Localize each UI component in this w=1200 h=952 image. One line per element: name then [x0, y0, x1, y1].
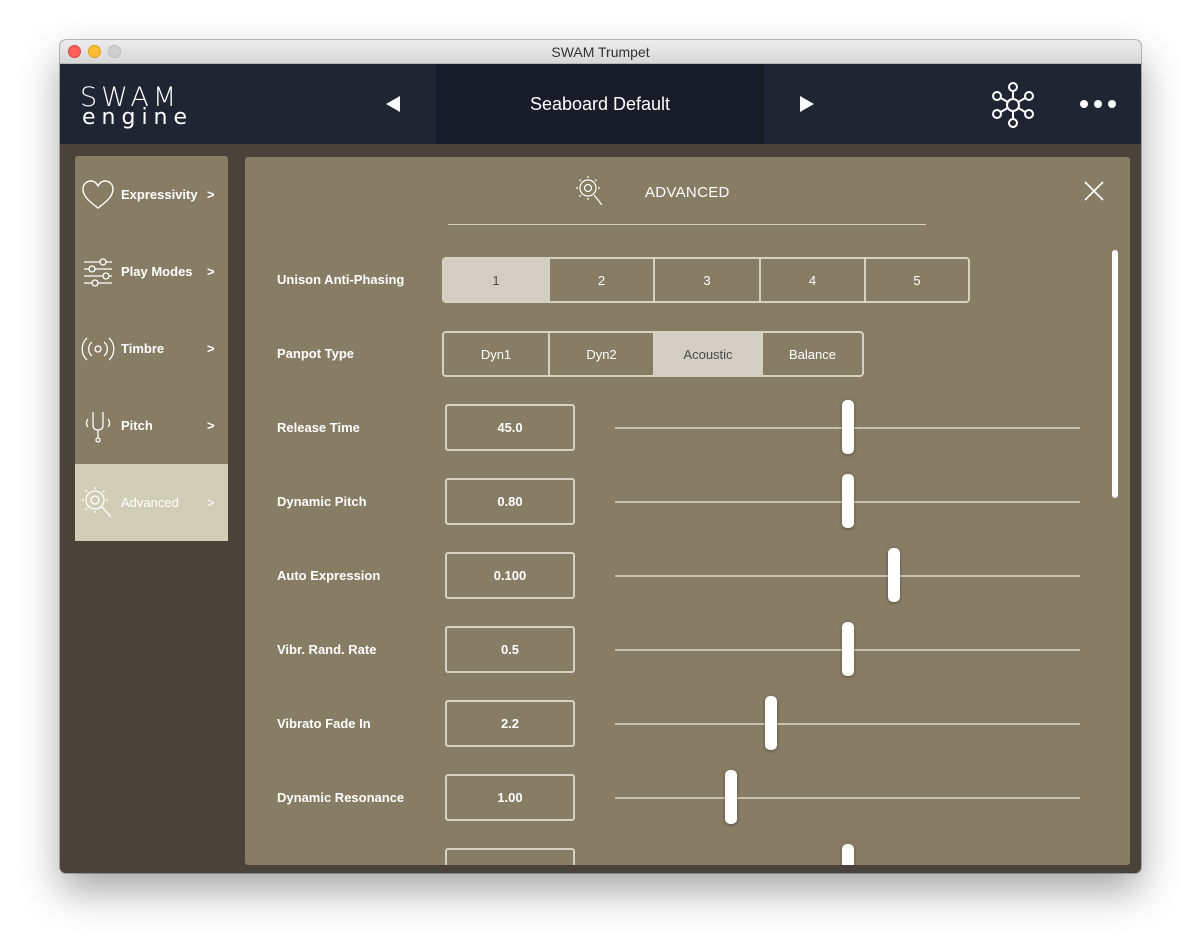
more-dots-icon — [1080, 100, 1116, 108]
vibrato-fade-in-label: Vibrato Fade In — [277, 716, 371, 731]
broadcast-icon — [81, 337, 115, 360]
auto-expression-slider-track[interactable] — [615, 575, 1080, 577]
sidebar-item-label: Play Modes — [121, 264, 193, 279]
unison-option-4[interactable]: 4 — [761, 259, 866, 301]
release-time-slider-thumb[interactable] — [841, 400, 854, 454]
sidebar-item-play-modes[interactable]: Play Modes > — [75, 233, 228, 310]
next-parameter-value[interactable] — [445, 848, 575, 865]
triangle-left-icon — [386, 96, 400, 112]
sidebar: Expressivity > Play Modes > Timbre > Pit… — [75, 156, 228, 541]
vibr-rand-rate-slider-thumb[interactable] — [841, 622, 854, 676]
chevron-right-icon: > — [207, 187, 215, 202]
vibrato-fade-in-slider-track[interactable] — [615, 723, 1080, 725]
panel-title: ADVANCED — [645, 184, 730, 201]
sidebar-item-label: Timbre — [121, 341, 165, 356]
dynamic-pitch-slider-thumb[interactable] — [841, 474, 854, 528]
chevron-right-icon: > — [207, 341, 215, 356]
sliders-icon — [84, 257, 112, 287]
sidebar-item-expressivity[interactable]: Expressivity > — [75, 156, 228, 233]
more-options-button[interactable] — [1078, 98, 1118, 110]
network-nodes-icon[interactable] — [990, 82, 1036, 128]
vibr-rand-rate-value[interactable]: 0.5 — [445, 626, 575, 673]
vertical-scrollbar[interactable] — [1112, 250, 1118, 498]
dynamic-resonance-label: Dynamic Resonance — [277, 790, 405, 805]
advanced-gear-icon — [576, 176, 603, 206]
preset-name-display[interactable]: Seaboard Default — [436, 64, 764, 144]
auto-expression-value[interactable]: 0.100 — [445, 552, 575, 599]
sidebar-item-pitch[interactable]: Pitch > — [75, 387, 228, 464]
sidebar-item-timbre[interactable]: Timbre > — [75, 310, 228, 387]
release-time-value[interactable]: 45.0 — [445, 404, 575, 451]
sidebar-item-label: Expressivity — [121, 187, 198, 202]
panpot-option-dyn2[interactable]: Dyn2 — [550, 333, 655, 375]
sidebar-item-label: Advanced — [121, 495, 179, 510]
dynamic-pitch-value[interactable]: 0.80 — [445, 478, 575, 525]
close-icon — [1084, 181, 1104, 201]
dynamic-pitch-label: Dynamic Pitch — [277, 494, 367, 509]
panpot-option-dyn1[interactable]: Dyn1 — [444, 333, 550, 375]
logo-text-bottom: engine — [82, 105, 194, 130]
app-window: SWAM Trumpet SWAM engine Seaboard Defaul… — [60, 40, 1141, 873]
unison-label: Unison Anti-Phasing — [277, 272, 405, 287]
close-button[interactable] — [1083, 180, 1105, 202]
unison-selector: 1 2 3 4 5 — [442, 257, 970, 303]
auto-expression-slider-thumb[interactable] — [888, 548, 900, 602]
heart-icon — [82, 179, 114, 209]
unison-option-1[interactable]: 1 — [444, 259, 550, 301]
advanced-panel: ADVANCED Unison Anti-Phasing 1 2 3 4 5 P… — [245, 157, 1130, 865]
dynamic-resonance-value[interactable]: 1.00 — [445, 774, 575, 821]
window-title: SWAM Trumpet — [551, 44, 650, 60]
panpot-option-balance[interactable]: Balance — [763, 333, 862, 375]
chevron-right-icon: > — [207, 418, 215, 433]
triangle-right-icon — [800, 96, 814, 112]
unison-option-3[interactable]: 3 — [655, 259, 761, 301]
unison-option-2[interactable]: 2 — [550, 259, 655, 301]
previous-preset-button[interactable] — [382, 92, 406, 116]
panpot-option-acoustic[interactable]: Acoustic — [655, 333, 763, 375]
vibr-rand-rate-label: Vibr. Rand. Rate — [277, 642, 377, 657]
title-bar: SWAM Trumpet — [60, 40, 1141, 64]
dynamic-resonance-slider-track[interactable] — [615, 797, 1080, 799]
panpot-label: Panpot Type — [277, 346, 355, 361]
swam-engine-logo: SWAM engine — [80, 84, 193, 129]
next-preset-button[interactable] — [794, 92, 818, 116]
dynamic-resonance-slider-thumb[interactable] — [725, 770, 738, 824]
unison-option-5[interactable]: 5 — [866, 259, 968, 301]
chevron-right-icon: > — [207, 495, 215, 510]
header-bar: SWAM engine Seaboard Default — [60, 64, 1141, 144]
tuning-fork-icon — [85, 411, 111, 443]
auto-expression-label: Auto Expression — [277, 568, 381, 583]
next-parameter-slider-thumb[interactable] — [841, 844, 854, 865]
vibrato-fade-in-slider-thumb[interactable] — [764, 696, 777, 750]
vibrato-fade-in-value[interactable]: 2.2 — [445, 700, 575, 747]
sidebar-item-label: Pitch — [121, 418, 153, 433]
advanced-gear-icon — [82, 486, 112, 517]
sidebar-item-advanced[interactable]: Advanced > — [75, 464, 228, 541]
title-divider — [448, 224, 926, 225]
chevron-right-icon: > — [207, 264, 215, 279]
preset-name: Seaboard Default — [529, 93, 671, 114]
release-time-label: Release Time — [277, 420, 360, 435]
panpot-selector: Dyn1 Dyn2 Acoustic Balance — [442, 331, 864, 377]
